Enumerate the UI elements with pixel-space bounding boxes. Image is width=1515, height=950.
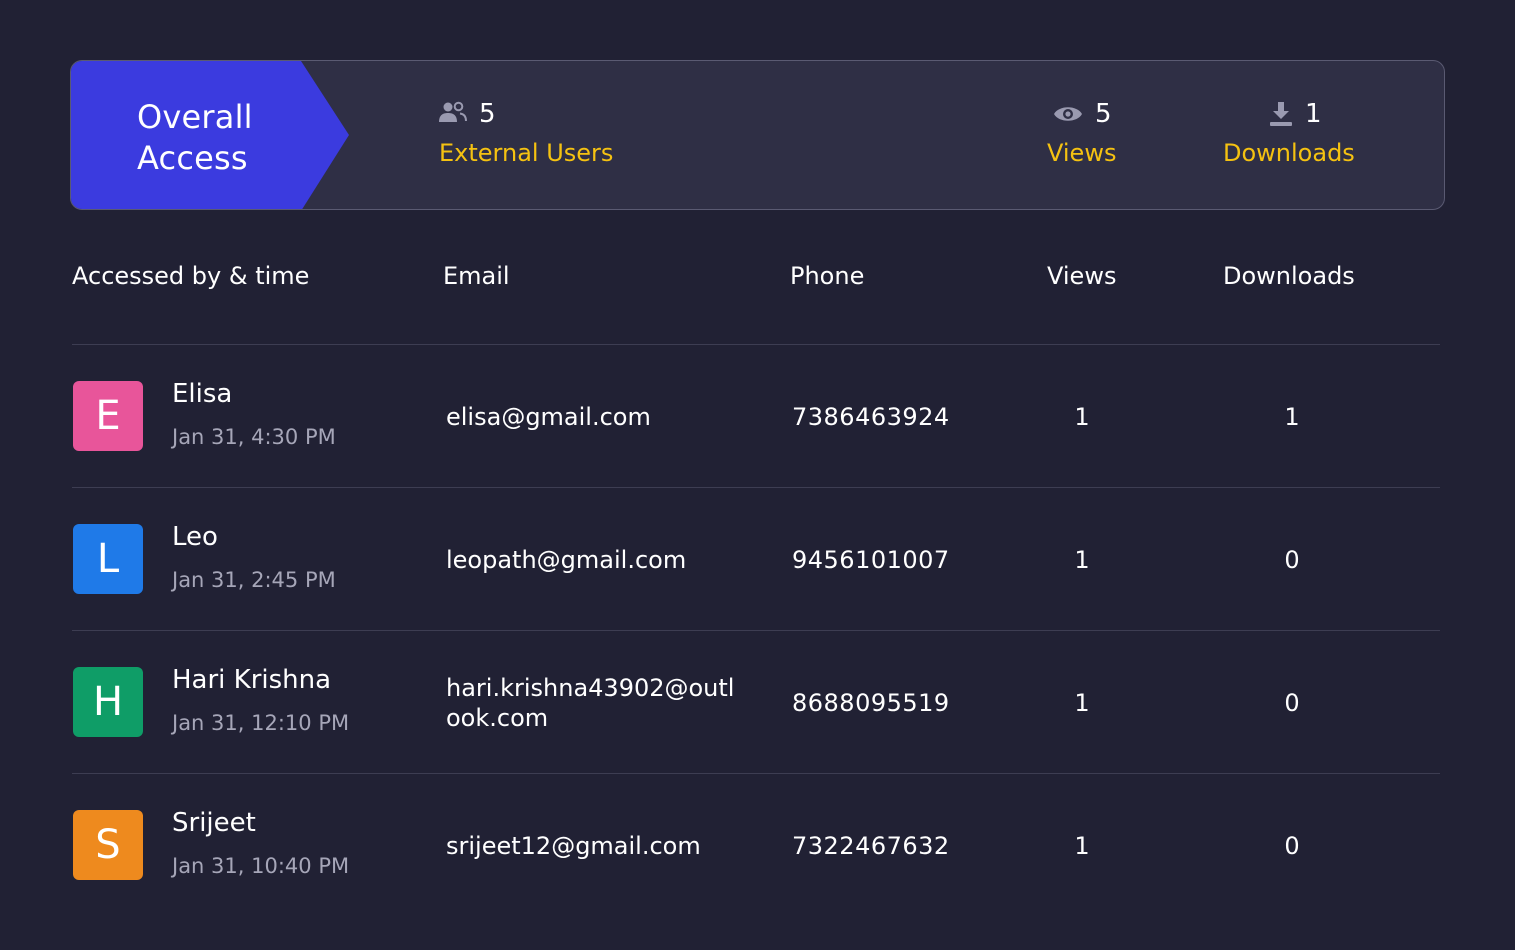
external-users-label: External Users — [439, 139, 614, 167]
access-report: Overall Access 5 External Users 5 Views … — [0, 0, 1515, 950]
avatar: L — [73, 524, 143, 594]
user-name: Elisa — [172, 379, 233, 409]
user-views: 1 — [1074, 402, 1090, 431]
avatar: S — [73, 810, 143, 880]
avatar: E — [73, 381, 143, 451]
user-phone: 7386463924 — [792, 402, 950, 431]
user-name: Leo — [172, 522, 218, 552]
summary-title: Overall Access — [137, 98, 253, 177]
user-views: 1 — [1074, 831, 1090, 860]
user-phone: 7322467632 — [792, 831, 950, 860]
downloads-count: 1 — [1305, 99, 1322, 129]
user-views: 1 — [1074, 688, 1090, 717]
column-header-email: Email — [443, 262, 510, 290]
download-icon — [1270, 102, 1292, 126]
user-name: Srijeet — [172, 808, 256, 838]
views-stat: 5 Views — [1047, 99, 1116, 167]
user-downloads: 0 — [1284, 545, 1300, 574]
column-header-downloads: Downloads — [1223, 262, 1355, 290]
user-downloads: 0 — [1284, 831, 1300, 860]
downloads-label: Downloads — [1223, 139, 1355, 167]
table-row: S Srijeet Jan 31, 10:40 PM srijeet12@gma… — [72, 773, 1440, 916]
external-users-stat: 5 External Users — [439, 99, 613, 167]
access-time: Jan 31, 2:45 PM — [172, 568, 336, 592]
column-header-phone: Phone — [790, 262, 865, 290]
user-email: elisa@gmail.com — [446, 402, 651, 431]
user-email: srijeet12@gmail.com — [446, 831, 701, 860]
table-row: E Elisa Jan 31, 4:30 PM elisa@gmail.com … — [72, 344, 1440, 487]
user-phone: 9456101007 — [792, 545, 950, 574]
users-icon — [439, 101, 467, 122]
column-header-accessed-by: Accessed by & time — [72, 262, 310, 290]
access-time: Jan 31, 10:40 PM — [172, 854, 350, 878]
user-views: 1 — [1074, 545, 1090, 574]
user-phone: 8688095519 — [792, 688, 950, 717]
avatar: H — [73, 667, 143, 737]
table-header: Accessed by & time Email Phone Views Dow… — [72, 262, 1440, 302]
table-row: L Leo Jan 31, 2:45 PM leopath@gmail.com … — [72, 487, 1440, 630]
column-header-views: Views — [1047, 262, 1117, 290]
external-users-count: 5 — [479, 99, 496, 129]
access-summary-banner: Overall Access 5 External Users 5 Views … — [70, 60, 1445, 210]
user-downloads: 0 — [1284, 688, 1300, 717]
user-name: Hari Krishna — [172, 665, 332, 695]
user-downloads: 1 — [1284, 402, 1300, 431]
views-count: 5 — [1095, 99, 1112, 129]
user-email: hari.krishna43902@outlook.com — [446, 673, 735, 732]
access-time: Jan 31, 12:10 PM — [172, 711, 350, 735]
table-row: H Hari Krishna Jan 31, 12:10 PM hari.kri… — [72, 630, 1440, 773]
downloads-stat: 1 Downloads — [1223, 99, 1355, 167]
views-label: Views — [1047, 139, 1117, 167]
access-time: Jan 31, 4:30 PM — [172, 425, 336, 449]
user-email: leopath@gmail.com — [446, 545, 687, 574]
eye-icon — [1054, 107, 1082, 121]
